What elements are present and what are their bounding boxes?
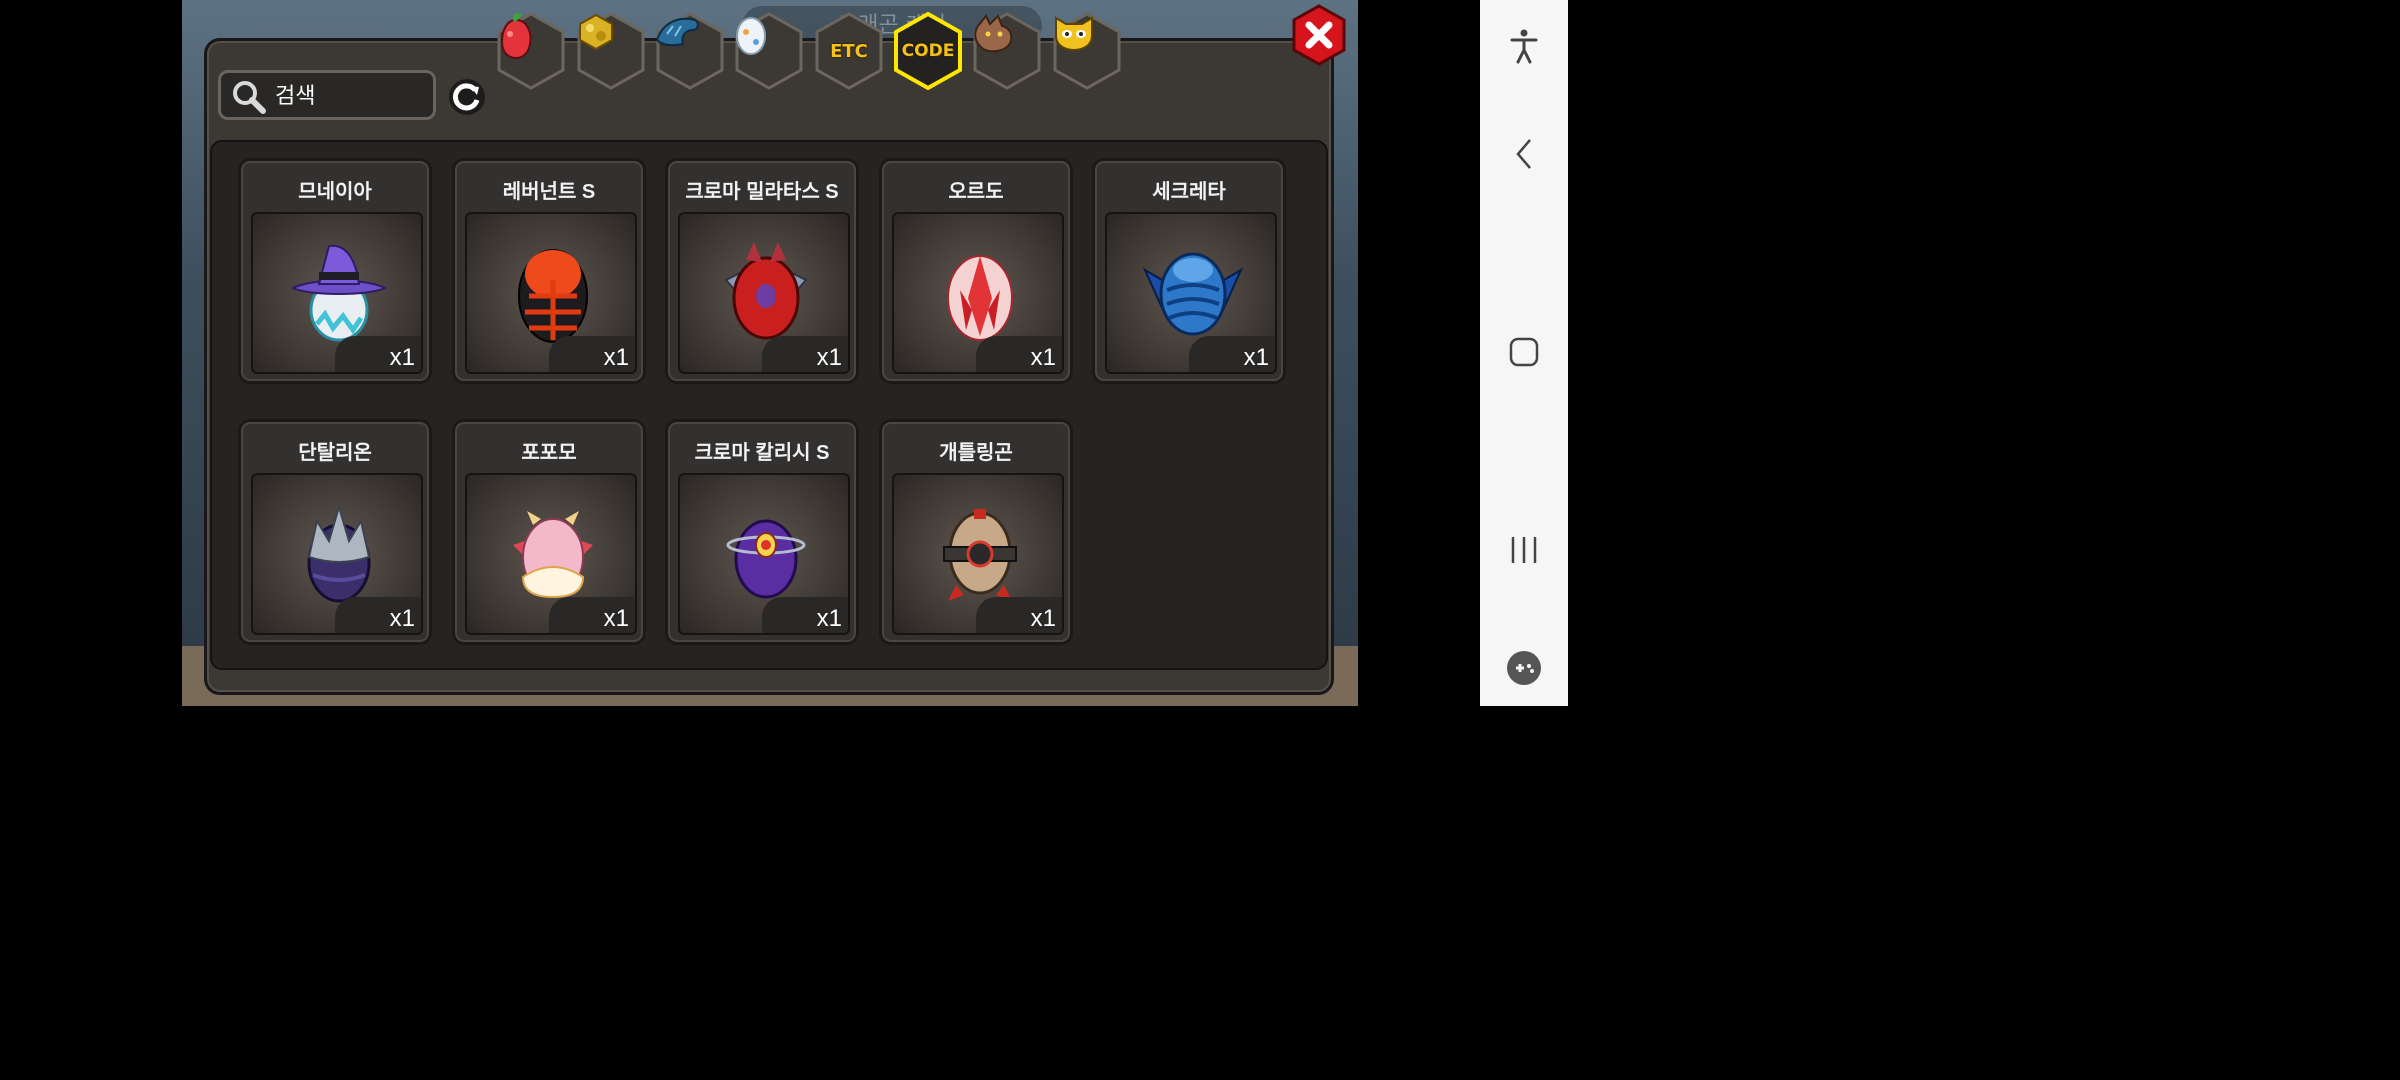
item-quantity: x1 bbox=[603, 605, 629, 632]
purple-gem-egg-icon bbox=[726, 519, 806, 599]
item-frame: x1 bbox=[251, 212, 423, 374]
gamepad-icon bbox=[1507, 651, 1541, 685]
item-name: 단탈리온 bbox=[298, 442, 372, 464]
home-button[interactable] bbox=[1480, 322, 1568, 382]
home-square-icon bbox=[1509, 337, 1539, 367]
lava-egg-icon bbox=[518, 249, 588, 343]
refresh-icon bbox=[449, 79, 485, 115]
close-icon bbox=[1292, 4, 1346, 66]
witch-hat-egg-icon bbox=[290, 244, 388, 342]
tab-etc[interactable]: ETC bbox=[814, 12, 884, 90]
qty-badge: x1 bbox=[335, 597, 421, 633]
item-frame: x1 bbox=[678, 212, 850, 374]
item-card-gatlinggon[interactable]: 개틀링곤 x1 bbox=[879, 419, 1073, 645]
item-card-dantalion[interactable]: 단탈리온 x1 bbox=[238, 419, 432, 645]
close-button[interactable] bbox=[1288, 4, 1350, 66]
mech-egg-icon bbox=[943, 509, 1017, 601]
item-frame: x1 bbox=[251, 473, 423, 635]
item-name: 므네이아 bbox=[298, 181, 372, 203]
qty-badge: x1 bbox=[762, 597, 848, 633]
crystal-egg-icon bbox=[947, 255, 1013, 341]
yellow-mask-icon bbox=[1055, 16, 1093, 52]
item-card-revenant-s[interactable]: 레버넌트 S x1 bbox=[452, 158, 646, 384]
silver-crown-egg-icon bbox=[307, 503, 371, 603]
blue-dragon-icon bbox=[655, 17, 699, 47]
qty-badge: x1 bbox=[549, 336, 635, 372]
tab-fruit[interactable] bbox=[496, 12, 566, 90]
qty-badge: x1 bbox=[762, 336, 848, 372]
item-name: 개틀링곤 bbox=[939, 442, 1013, 464]
qty-badge: x1 bbox=[549, 597, 635, 633]
item-name: 크로마 밀라타스 S bbox=[685, 181, 839, 203]
accessibility-button[interactable] bbox=[1480, 16, 1568, 76]
item-quantity: x1 bbox=[1030, 344, 1056, 371]
item-card-chroma-militas-s[interactable]: 크로마 밀라타스 S x1 bbox=[665, 158, 859, 384]
gold-ore-icon bbox=[579, 13, 613, 51]
recent-apps-icon bbox=[1511, 537, 1537, 563]
recent-apps-button[interactable] bbox=[1480, 520, 1568, 580]
tab-etc-label: ETC bbox=[830, 40, 868, 62]
back-chevron-icon bbox=[1516, 139, 1531, 169]
system-nav-bar bbox=[1480, 0, 1568, 706]
item-card-chroma-kalish-s[interactable]: 크로마 칼리시 S x1 bbox=[665, 419, 859, 645]
item-frame: x1 bbox=[678, 473, 850, 635]
item-name: 크로마 칼리시 S bbox=[694, 442, 830, 464]
qty-badge: x1 bbox=[1189, 336, 1275, 372]
item-frame: x1 bbox=[892, 473, 1064, 635]
tab-egg[interactable] bbox=[734, 12, 804, 90]
item-card-popomo[interactable]: 포포모 x1 bbox=[452, 419, 646, 645]
pink-horned-egg-icon bbox=[513, 511, 593, 599]
red-winged-egg-icon bbox=[724, 242, 808, 340]
game-tools-button[interactable] bbox=[1480, 638, 1568, 698]
egg-icon bbox=[736, 17, 766, 55]
item-frame: x1 bbox=[465, 473, 637, 635]
search-icon bbox=[233, 81, 266, 114]
search-box[interactable] bbox=[218, 70, 436, 120]
brown-dragon-head-icon bbox=[974, 14, 1013, 53]
blue-scaled-egg-icon bbox=[1143, 252, 1243, 336]
qty-badge: x1 bbox=[335, 336, 421, 372]
item-quantity: x1 bbox=[816, 344, 842, 371]
tab-code[interactable]: CODE bbox=[893, 12, 963, 90]
item-name: 포포모 bbox=[521, 442, 577, 464]
fruit-icon bbox=[500, 13, 532, 60]
qty-badge: x1 bbox=[976, 336, 1062, 372]
item-card-mneia[interactable]: 므네이아 x1 bbox=[238, 158, 432, 384]
item-quantity: x1 bbox=[603, 344, 629, 371]
back-button[interactable] bbox=[1480, 124, 1568, 184]
refresh-button[interactable] bbox=[448, 78, 486, 116]
item-quantity: x1 bbox=[389, 344, 415, 371]
search-input[interactable] bbox=[273, 79, 427, 113]
item-quantity: x1 bbox=[1243, 344, 1269, 371]
item-frame: x1 bbox=[1105, 212, 1277, 374]
tab-gold[interactable] bbox=[576, 12, 646, 90]
tab-wyvern[interactable] bbox=[972, 12, 1042, 90]
tab-dragon[interactable] bbox=[655, 12, 725, 90]
accessibility-icon bbox=[1510, 29, 1538, 64]
item-quantity: x1 bbox=[816, 605, 842, 632]
tab-mask[interactable] bbox=[1052, 12, 1122, 90]
tab-code-label: CODE bbox=[901, 41, 955, 61]
item-name: 레버넌트 S bbox=[502, 181, 596, 203]
item-card-secreta[interactable]: 세크레타 x1 bbox=[1092, 158, 1286, 384]
item-frame: x1 bbox=[465, 212, 637, 374]
item-quantity: x1 bbox=[389, 605, 415, 632]
item-quantity: x1 bbox=[1030, 605, 1056, 632]
item-name: 오르도 bbox=[948, 181, 1004, 203]
item-frame: x1 bbox=[892, 212, 1064, 374]
qty-badge: x1 bbox=[976, 597, 1062, 633]
item-card-ordo[interactable]: 오르도 x1 bbox=[879, 158, 1073, 384]
item-name: 세크레타 bbox=[1152, 181, 1226, 203]
